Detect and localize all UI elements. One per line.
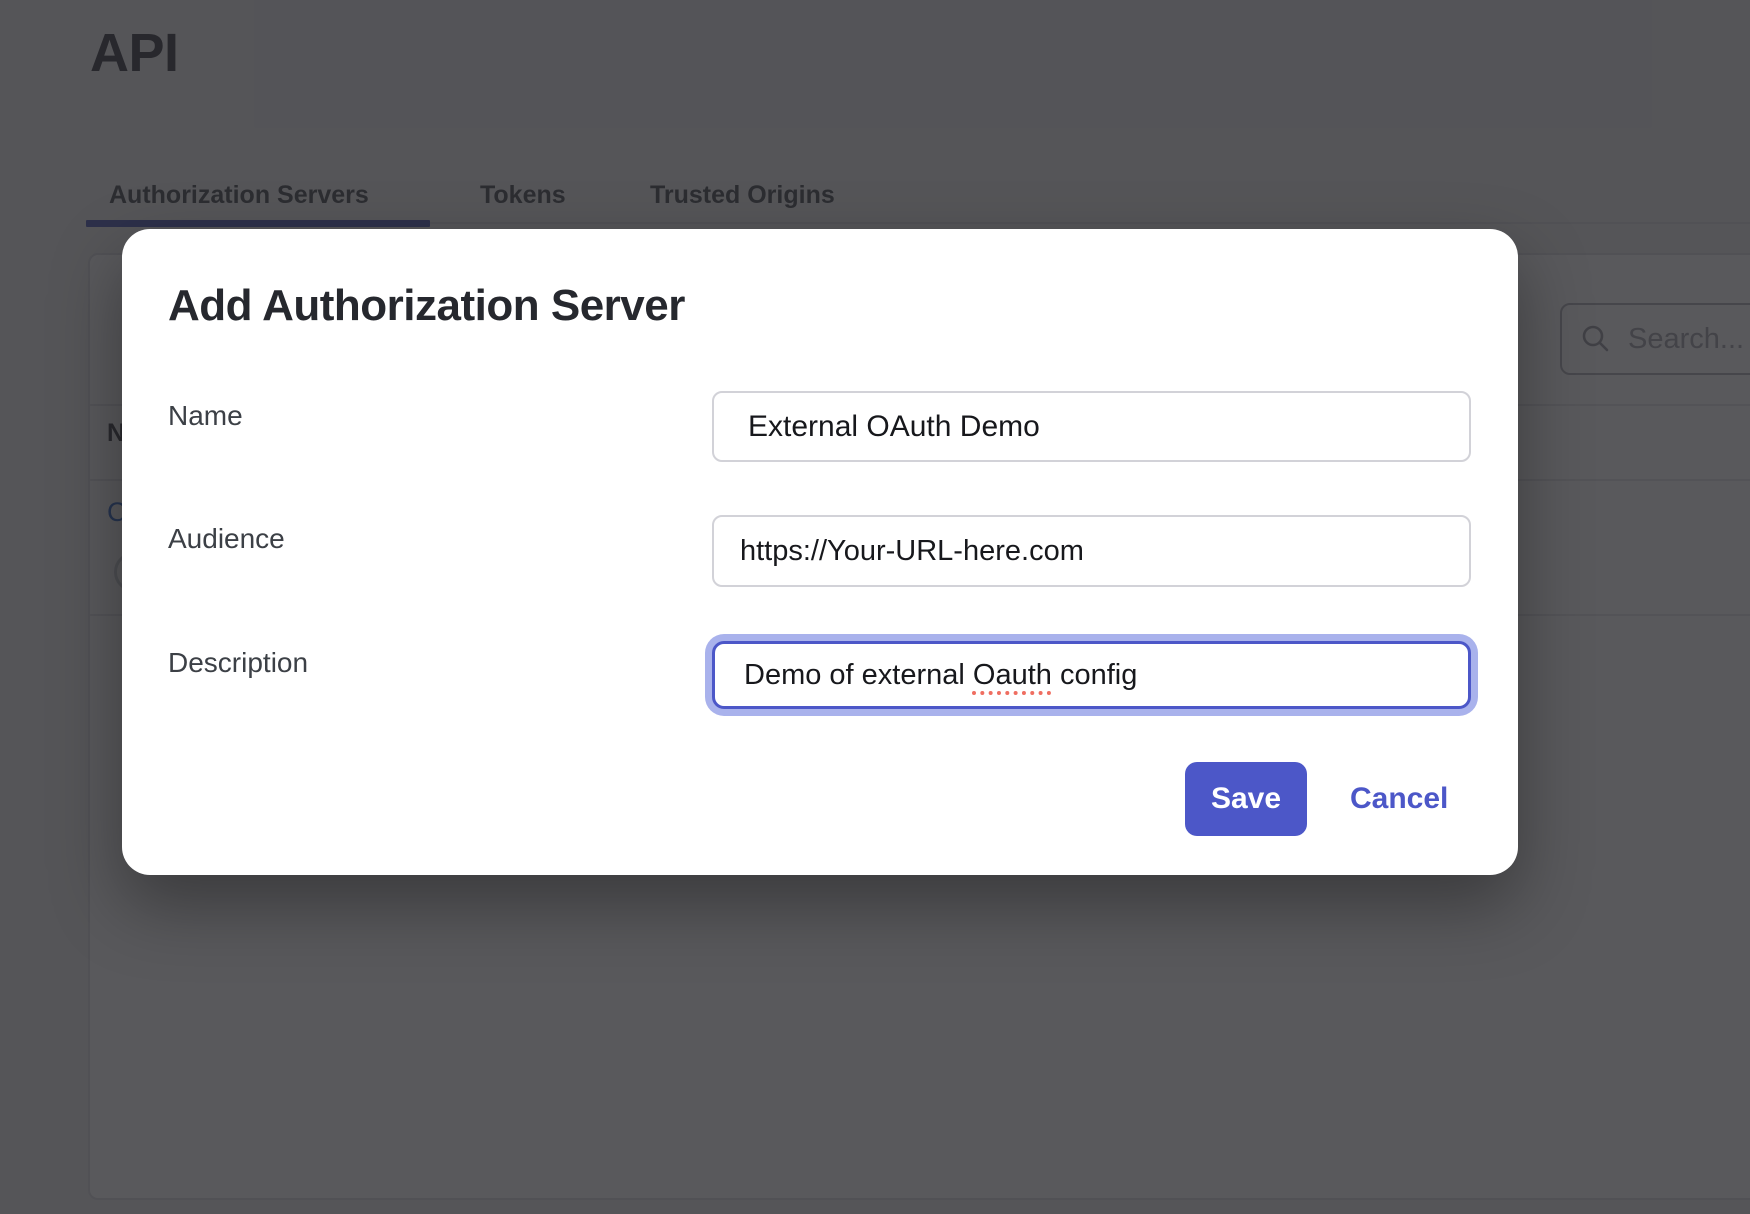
save-button[interactable]: Save [1185, 762, 1307, 836]
modal-title: Add Authorization Server [168, 281, 685, 331]
cancel-button[interactable]: Cancel [1350, 762, 1448, 836]
name-input[interactable] [712, 391, 1471, 462]
add-authorization-server-modal: Add Authorization Server Name Audience D… [122, 229, 1518, 875]
description-text-after: config [1052, 659, 1137, 692]
name-field-label: Name [168, 400, 243, 432]
description-input[interactable]: Demo of external Oauth config [712, 641, 1471, 709]
description-text-before: Demo of external [744, 659, 973, 692]
description-misspelled-word: Oauth [973, 659, 1052, 692]
description-field-label: Description [168, 647, 308, 679]
audience-field-label: Audience [168, 523, 285, 555]
audience-input[interactable] [712, 515, 1471, 587]
